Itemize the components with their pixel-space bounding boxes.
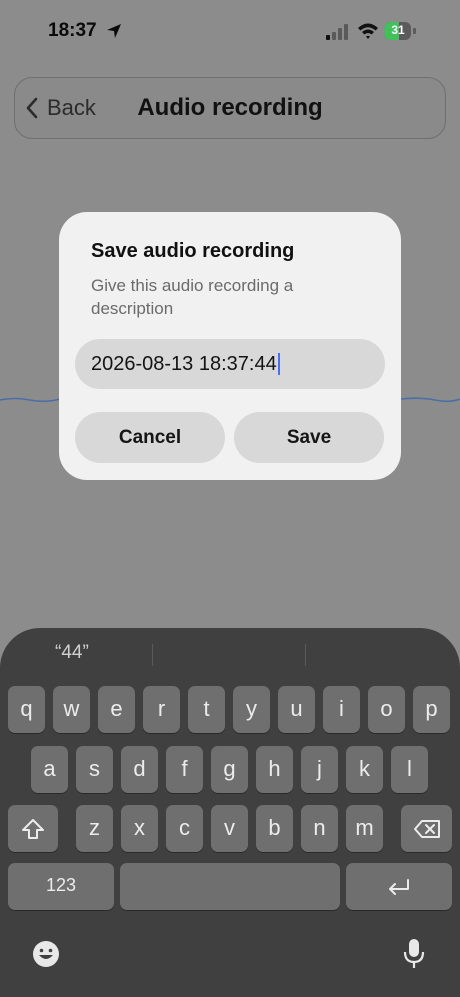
- keyboard: “44” qwertyuiop asdfghjkl zxcvbnm 123: [0, 628, 460, 997]
- key-n[interactable]: n: [301, 805, 338, 852]
- key-u[interactable]: u: [278, 686, 315, 733]
- battery-indicator: 31: [385, 22, 419, 40]
- suggestion-item[interactable]: “44”: [55, 642, 89, 664]
- key-d[interactable]: d: [121, 746, 158, 793]
- key-z[interactable]: z: [76, 805, 113, 852]
- back-button[interactable]: Back: [25, 78, 96, 138]
- microphone-icon[interactable]: [401, 937, 427, 971]
- space-key[interactable]: [120, 863, 340, 910]
- key-l[interactable]: l: [391, 746, 428, 793]
- key-k[interactable]: k: [346, 746, 383, 793]
- key-r[interactable]: r: [143, 686, 180, 733]
- suggestion-divider: [305, 644, 306, 666]
- shift-key[interactable]: [8, 805, 58, 852]
- key-x[interactable]: x: [121, 805, 158, 852]
- key-p[interactable]: p: [413, 686, 450, 733]
- key-s[interactable]: s: [76, 746, 113, 793]
- back-label: Back: [47, 95, 96, 120]
- status-bar: 18:37 31: [0, 0, 460, 60]
- key-t[interactable]: t: [188, 686, 225, 733]
- description-input[interactable]: 2026-08-13 18:37:44: [75, 339, 385, 389]
- navigation-bar: Back Audio recording: [14, 77, 446, 139]
- key-y[interactable]: y: [233, 686, 270, 733]
- save-recording-dialog: Save audio recording Give this audio rec…: [59, 212, 401, 480]
- key-i[interactable]: i: [323, 686, 360, 733]
- dialog-title: Save audio recording: [91, 240, 295, 262]
- numbers-key[interactable]: 123: [8, 863, 114, 910]
- cellular-signal-icon: [326, 24, 348, 40]
- key-f[interactable]: f: [166, 746, 203, 793]
- wifi-icon: [358, 23, 378, 39]
- key-h[interactable]: h: [256, 746, 293, 793]
- key-g[interactable]: g: [211, 746, 248, 793]
- return-key[interactable]: [346, 863, 452, 910]
- key-q[interactable]: q: [8, 686, 45, 733]
- dialog-message: Give this audio recording a description: [91, 276, 294, 318]
- location-arrow-icon: [107, 24, 121, 38]
- key-v[interactable]: v: [211, 805, 248, 852]
- key-b[interactable]: b: [256, 805, 293, 852]
- text-caret: [277, 353, 280, 375]
- key-m[interactable]: m: [346, 805, 383, 852]
- key-a[interactable]: a: [31, 746, 68, 793]
- suggestion-bar: “44”: [0, 628, 460, 680]
- key-w[interactable]: w: [53, 686, 90, 733]
- key-c[interactable]: c: [166, 805, 203, 852]
- key-j[interactable]: j: [301, 746, 338, 793]
- return-icon: [389, 878, 409, 895]
- chevron-left-icon: [26, 97, 38, 119]
- battery-level: 31: [391, 23, 405, 37]
- key-e[interactable]: e: [98, 686, 135, 733]
- delete-backward-icon: [413, 819, 440, 838]
- key-o[interactable]: o: [368, 686, 405, 733]
- shift-icon: [22, 818, 44, 839]
- suggestion-divider: [152, 644, 153, 666]
- cancel-button[interactable]: Cancel: [75, 412, 225, 463]
- battery-tip: [413, 28, 416, 34]
- backspace-key[interactable]: [401, 805, 452, 852]
- status-time: 18:37: [48, 20, 97, 41]
- emoji-icon[interactable]: [31, 939, 61, 969]
- save-button[interactable]: Save: [234, 412, 384, 463]
- description-input-value: 2026-08-13 18:37:44: [91, 352, 277, 375]
